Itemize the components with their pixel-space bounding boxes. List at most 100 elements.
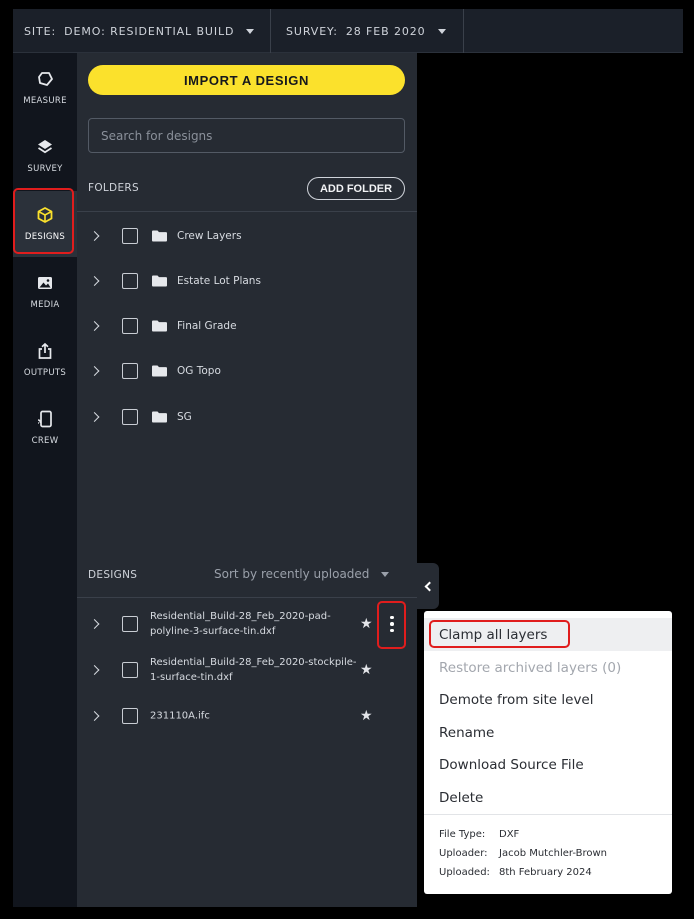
star-icon[interactable]: ★ (360, 708, 373, 724)
chevron-down-icon (437, 28, 446, 34)
folder-name: Crew Layers (177, 230, 242, 242)
meta-value: DXF (499, 829, 520, 840)
divider (77, 597, 417, 598)
design-row[interactable]: Residential_Build-28_Feb_2020-pad-polyli… (77, 604, 417, 644)
menu-item-demote[interactable]: Demote from site level (424, 683, 672, 716)
checkbox[interactable] (122, 409, 138, 425)
image-icon (38, 277, 52, 289)
meta-uploaded: Uploaded: 8th February 2024 (439, 867, 592, 878)
meta-key: File Type: (439, 829, 486, 840)
folders-label: FOLDERS (88, 182, 139, 194)
folder-row[interactable]: SG (77, 397, 417, 437)
chevron-down-icon (381, 571, 390, 577)
nav-media[interactable]: MEDIA (13, 259, 77, 325)
design-context-menu: Clamp all layers Restore archived layers… (424, 611, 672, 894)
layers-icon (38, 140, 52, 154)
design-name: Residential_Build-28_Feb_2020-stockpile-… (150, 657, 357, 683)
folder-icon (152, 275, 167, 287)
design-name: Residential_Build-28_Feb_2020-pad-polyli… (150, 611, 331, 637)
star-icon[interactable]: ★ (360, 662, 373, 678)
checkbox[interactable] (122, 662, 138, 678)
nav-survey[interactable]: SURVEY (13, 123, 77, 189)
meta-value: Jacob Mutchler-Brown (499, 848, 607, 859)
meta-value: 8th February 2024 (499, 867, 592, 878)
designs-label: DESIGNS (88, 569, 138, 581)
nav-crew[interactable]: CREW (13, 395, 77, 461)
chevron-right-icon[interactable] (89, 711, 100, 721)
collapse-panel-button[interactable] (417, 563, 439, 609)
menu-item-restore-archived-layers: Restore archived layers (0) (439, 659, 622, 676)
folder-name: OG Topo (177, 365, 221, 377)
chevron-right-icon[interactable] (89, 321, 100, 331)
nav-label: MEASURE (23, 96, 67, 106)
nav-outputs[interactable]: OUTPUTS (13, 327, 77, 393)
checkbox[interactable] (122, 616, 138, 632)
sort-dropdown[interactable]: Sort by recently uploaded (214, 567, 390, 581)
design-row[interactable]: Residential_Build-28_Feb_2020-stockpile-… (77, 650, 417, 690)
survey-value: 28 FEB 2020 (345, 24, 426, 38)
folder-icon (152, 320, 167, 332)
folder-row[interactable]: Final Grade (77, 306, 417, 346)
menu-item-clamp-all-layers[interactable]: Clamp all layers (424, 618, 672, 651)
checkbox[interactable] (122, 363, 138, 379)
chevron-down-icon (246, 28, 255, 34)
search-input[interactable] (88, 118, 405, 153)
folder-name: Final Grade (177, 320, 237, 332)
checkbox[interactable] (122, 273, 138, 289)
chevron-right-icon[interactable] (89, 276, 100, 286)
site-value: DEMO: RESIDENTIAL BUILD (64, 24, 235, 38)
design-name: 231110A.ifc (150, 710, 210, 722)
meta-key: Uploaded: (439, 867, 490, 878)
add-folder-button[interactable]: ADD FOLDER (307, 177, 405, 200)
folder-icon (152, 411, 167, 423)
menu-item-delete[interactable]: Delete (424, 781, 672, 814)
site-label: SITE: (24, 24, 57, 38)
menu-divider (424, 814, 672, 815)
topbar-divider (463, 9, 464, 53)
survey-label: SURVEY: (286, 24, 338, 38)
menu-item-rename[interactable]: Rename (424, 716, 672, 749)
star-icon[interactable]: ★ (360, 616, 373, 632)
checkbox[interactable] (122, 228, 138, 244)
left-nav-rail: MEASURE SURVEY DESIGNS MEDIA OUTPUTS CRE… (13, 53, 77, 907)
nav-label: MEDIA (30, 300, 60, 310)
sort-label: Sort by recently uploaded (214, 567, 370, 581)
chevron-right-icon[interactable] (89, 231, 100, 241)
nav-label: SURVEY (27, 164, 63, 174)
folder-icon (152, 230, 167, 242)
chevron-left-icon (424, 581, 435, 591)
cube-icon (37, 207, 53, 223)
folder-row[interactable]: Crew Layers (77, 216, 417, 256)
import-design-button[interactable]: IMPORT A DESIGN (88, 65, 405, 95)
topbar-divider (270, 9, 271, 53)
chevron-right-icon[interactable] (89, 665, 100, 675)
top-bar: SITE: DEMO: RESIDENTIAL BUILD SURVEY: 28… (13, 9, 683, 53)
folder-icon (152, 365, 167, 377)
checkbox[interactable] (122, 318, 138, 334)
nav-label: CREW (31, 436, 59, 446)
nav-designs[interactable]: DESIGNS (13, 191, 77, 257)
chevron-right-icon[interactable] (89, 366, 100, 376)
checkbox[interactable] (122, 708, 138, 724)
chevron-right-icon[interactable] (89, 619, 100, 629)
nav-label: OUTPUTS (23, 368, 67, 378)
menu-item-download-source[interactable]: Download Source File (424, 748, 672, 781)
more-options-button[interactable] (382, 609, 402, 639)
nav-measure[interactable]: MEASURE (13, 55, 77, 121)
nav-label: DESIGNS (24, 232, 66, 242)
meta-uploader: Uploader: Jacob Mutchler-Brown (439, 848, 607, 859)
meta-file-type: File Type: DXF (439, 829, 519, 840)
site-selector[interactable]: SITE: DEMO: RESIDENTIAL BUILD (24, 9, 255, 53)
folder-name: Estate Lot Plans (177, 275, 261, 287)
folder-row[interactable]: Estate Lot Plans (77, 261, 417, 301)
designs-panel: IMPORT A DESIGN FOLDERS ADD FOLDER Crew … (77, 53, 417, 907)
survey-selector[interactable]: SURVEY: 28 FEB 2020 (286, 9, 446, 53)
share-icon (38, 342, 52, 359)
measure-icon (38, 72, 53, 86)
folder-row[interactable]: OG Topo (77, 351, 417, 391)
meta-key: Uploader: (439, 848, 488, 859)
divider (77, 211, 417, 212)
design-row[interactable]: 231110A.ifc ★ (77, 696, 417, 736)
chevron-right-icon[interactable] (89, 412, 100, 422)
device-icon (37, 410, 52, 428)
